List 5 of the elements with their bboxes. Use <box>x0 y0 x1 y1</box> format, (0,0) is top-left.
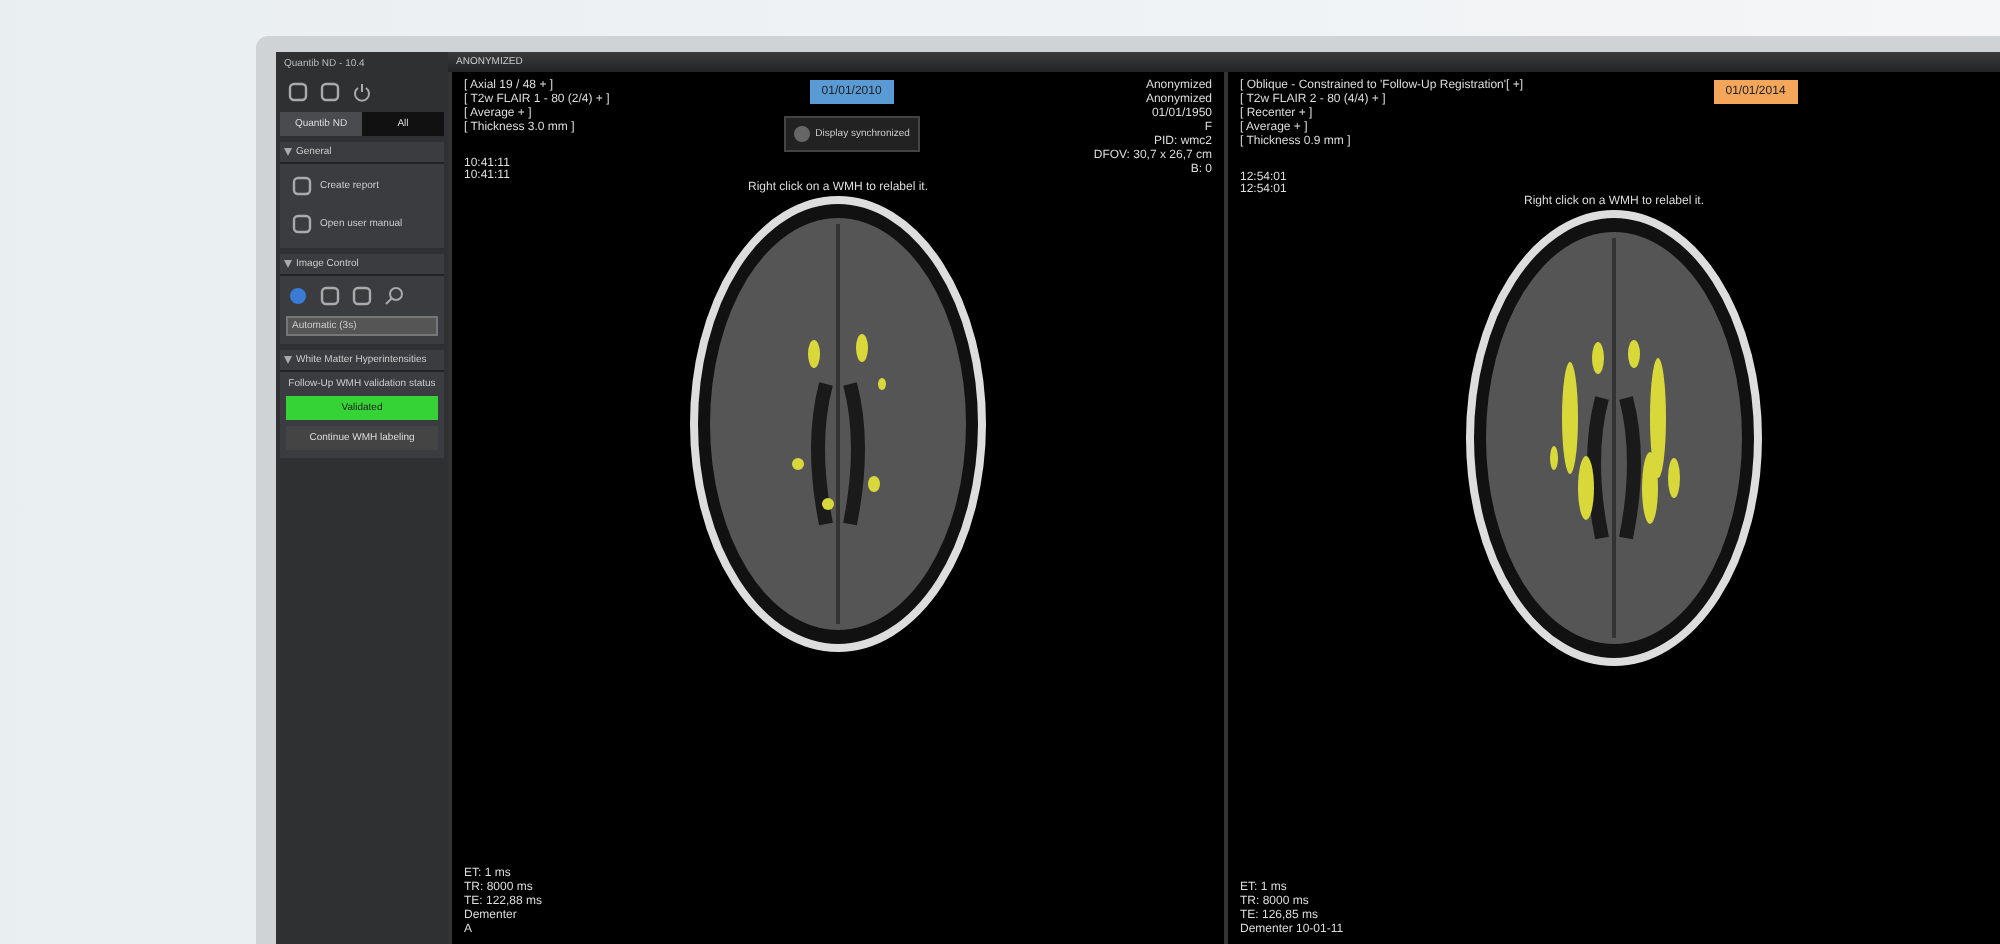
search-icon[interactable] <box>384 286 404 306</box>
caret-icon[interactable] <box>284 260 292 268</box>
caret-icon[interactable] <box>284 356 292 364</box>
power-icon[interactable] <box>352 82 372 102</box>
caret-icon[interactable] <box>284 148 292 156</box>
